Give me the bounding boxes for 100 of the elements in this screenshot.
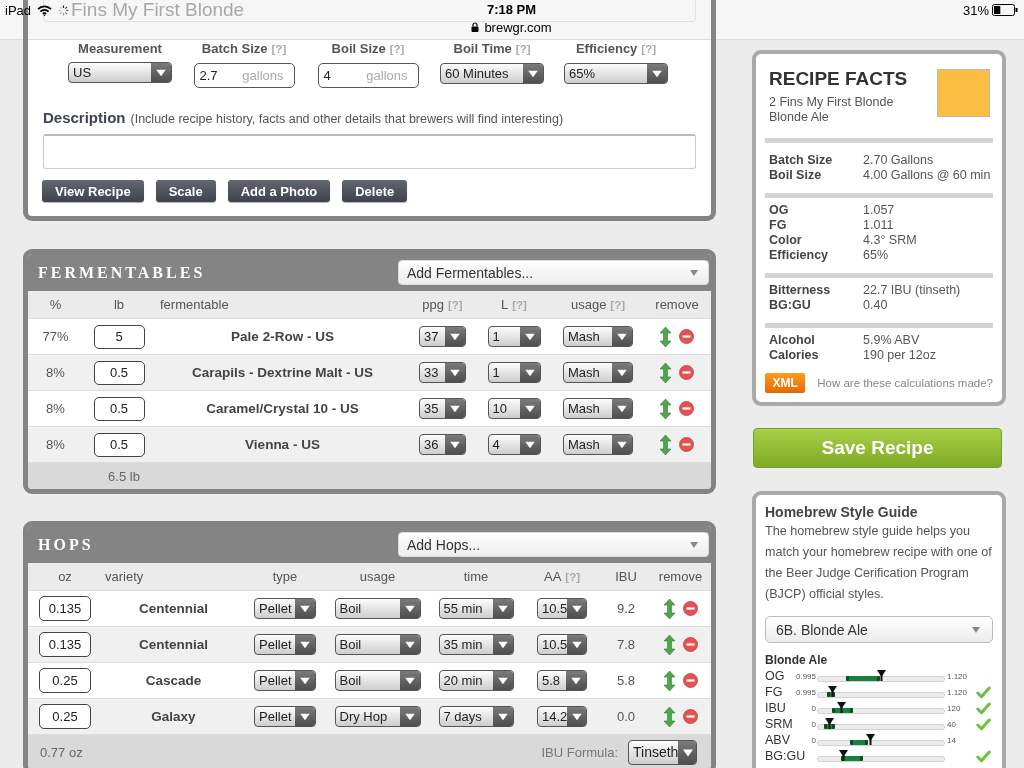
column-header: usage xyxy=(359,569,396,584)
usage-dropdown[interactable]: Boil xyxy=(334,670,421,691)
up-down-arrow-icon[interactable] xyxy=(663,634,675,655)
time-dropdown[interactable]: 20 min xyxy=(438,670,514,691)
percent-cell-text: 77% xyxy=(41,328,70,346)
hop-variety: Centennial xyxy=(138,636,209,654)
add-fermentable-dropdown[interactable]: Add Fermentables... xyxy=(398,260,709,285)
range-label: ABV xyxy=(765,732,791,748)
remove-icon[interactable] xyxy=(682,709,698,724)
range-label: OG xyxy=(765,668,786,684)
number-field[interactable]: 2.7 gallons xyxy=(193,63,295,88)
alpha-acid-dropdown[interactable]: 14.2 xyxy=(537,706,587,727)
card-title: RECIPE FACTS xyxy=(769,68,908,90)
ppg-dropdown[interactable]: 35 xyxy=(419,398,466,419)
column-header: usage xyxy=(570,297,607,312)
usage-dropdown[interactable]: Mash xyxy=(563,398,633,419)
remove-icon[interactable] xyxy=(679,437,694,452)
amount-field[interactable]: 0.5 xyxy=(93,360,145,385)
remove-icon[interactable] xyxy=(682,601,698,616)
ppg-dropdown[interactable]: 33 xyxy=(419,362,466,383)
type-dropdown[interactable]: Pellet xyxy=(254,598,316,619)
url-text[interactable]: brewgr.com xyxy=(484,19,552,35)
type-dropdown[interactable]: Pellet xyxy=(254,634,316,655)
lovibond-dropdown[interactable]: 4 xyxy=(487,434,541,455)
range-label: FG xyxy=(765,684,784,700)
fact-value: 0.40 xyxy=(863,298,888,313)
dropdown[interactable]: US xyxy=(68,62,172,83)
number-field[interactable]: 4 gallons xyxy=(317,63,419,88)
device-name: iPad xyxy=(5,2,32,18)
fact-value: 4.00 Gallons @ 60 min xyxy=(863,168,991,183)
amount-field[interactable]: 5 xyxy=(93,324,145,349)
dropdown[interactable]: 65% xyxy=(564,63,668,84)
lovibond-dropdown[interactable]: 1 xyxy=(487,362,541,383)
ppg-dropdown[interactable]: 36 xyxy=(419,434,466,455)
percent-cell-text: 8% xyxy=(45,400,66,418)
remove-icon[interactable] xyxy=(679,365,694,380)
section-title: FERMENTABLES xyxy=(38,263,206,282)
up-down-arrow-icon[interactable] xyxy=(660,434,671,455)
fact-value: 65% xyxy=(863,248,889,263)
time-dropdown[interactable]: 35 min xyxy=(438,634,514,655)
up-down-arrow-icon[interactable] xyxy=(663,670,675,691)
remove-icon[interactable] xyxy=(682,673,698,688)
field-label: IBU Formula: xyxy=(541,744,618,760)
amount-field[interactable]: 0.135 xyxy=(39,632,91,657)
amount-field[interactable]: 0.135 xyxy=(39,596,91,621)
alpha-acid-dropdown[interactable]: 5.8 xyxy=(537,670,587,691)
alpha-acid-dropdown[interactable]: 10.5 xyxy=(537,634,587,655)
up-down-arrow-icon[interactable] xyxy=(660,326,671,347)
section-title: HOPS xyxy=(38,535,94,554)
amount-field[interactable]: 0.5 xyxy=(93,432,145,457)
amount-field[interactable]: 0.5 xyxy=(93,396,145,421)
type-dropdown[interactable]: Pellet xyxy=(254,670,316,691)
style-range-bar xyxy=(847,676,879,681)
ibu-cell-text: 0.0 xyxy=(615,708,637,726)
fact-label: BG:GU xyxy=(769,298,812,313)
fact-label: FG xyxy=(769,218,788,233)
fact-value: 4.3° SRM xyxy=(863,233,917,248)
range-max: 1.120 xyxy=(947,687,968,697)
up-down-arrow-icon[interactable] xyxy=(660,398,671,419)
up-down-arrow-icon[interactable] xyxy=(663,598,675,619)
remove-icon[interactable] xyxy=(679,401,694,416)
recipe-name: 2 Fins My First Blonde xyxy=(769,95,895,110)
time-dropdown[interactable]: 7 days xyxy=(438,706,514,727)
up-down-arrow-icon[interactable] xyxy=(660,362,671,383)
guide-description: The homebrew style guide helps you match your homebrew recipe with one of the Beer Judge Cerification Program (BJCP) official styles. xyxy=(765,523,993,603)
usage-dropdown[interactable]: Boil xyxy=(334,634,421,655)
up-down-arrow-icon[interactable] xyxy=(663,706,675,727)
lovibond-dropdown[interactable]: 1 xyxy=(487,326,541,347)
style-dropdown[interactable]: 6B. Blonde Ale xyxy=(765,616,993,643)
column-header: oz xyxy=(58,569,72,584)
fermentable-name: Vienna - US xyxy=(244,436,321,454)
usage-dropdown[interactable]: Mash xyxy=(563,362,633,383)
usage-dropdown[interactable]: Dry Hop xyxy=(334,706,421,727)
usage-dropdown[interactable]: Mash xyxy=(563,434,633,455)
action-button[interactable]: Scale xyxy=(155,180,216,202)
dropdown[interactable]: 60 Minutes xyxy=(440,63,544,84)
ppg-dropdown[interactable]: 37 xyxy=(419,326,466,347)
remove-icon[interactable] xyxy=(679,329,694,344)
time-dropdown[interactable]: 55 min xyxy=(438,598,514,619)
amount-field[interactable]: 0.25 xyxy=(39,668,91,693)
ibu-cell-text: 9.2 xyxy=(615,600,637,618)
usage-dropdown[interactable]: Boil xyxy=(334,598,421,619)
usage-dropdown[interactable]: Mash xyxy=(563,326,633,347)
lovibond-dropdown[interactable]: 10 xyxy=(487,398,541,419)
percent-cell-text: 8% xyxy=(45,436,66,454)
ibu-formula-dropdown[interactable]: Tinseth xyxy=(628,739,697,765)
type-dropdown[interactable]: Pellet xyxy=(254,706,316,727)
ibu-cell-text: 7.8 xyxy=(615,636,637,654)
action-button[interactable]: View Recipe xyxy=(42,180,144,202)
help-link[interactable]: How are these calculations made? xyxy=(817,377,993,389)
lock-icon xyxy=(471,22,480,32)
action-button[interactable]: Delete xyxy=(342,180,408,202)
alpha-acid-dropdown[interactable]: 10.5 xyxy=(537,598,587,619)
fact-label: Calories xyxy=(769,348,820,363)
amount-field[interactable]: 0.25 xyxy=(39,704,91,729)
action-button[interactable]: Add a Photo xyxy=(227,180,331,202)
description-field[interactable] xyxy=(43,134,696,169)
hop-variety: Cascade xyxy=(144,672,203,690)
add-hops-dropdown[interactable]: Add Hops... xyxy=(398,532,709,557)
remove-icon[interactable] xyxy=(682,637,698,652)
